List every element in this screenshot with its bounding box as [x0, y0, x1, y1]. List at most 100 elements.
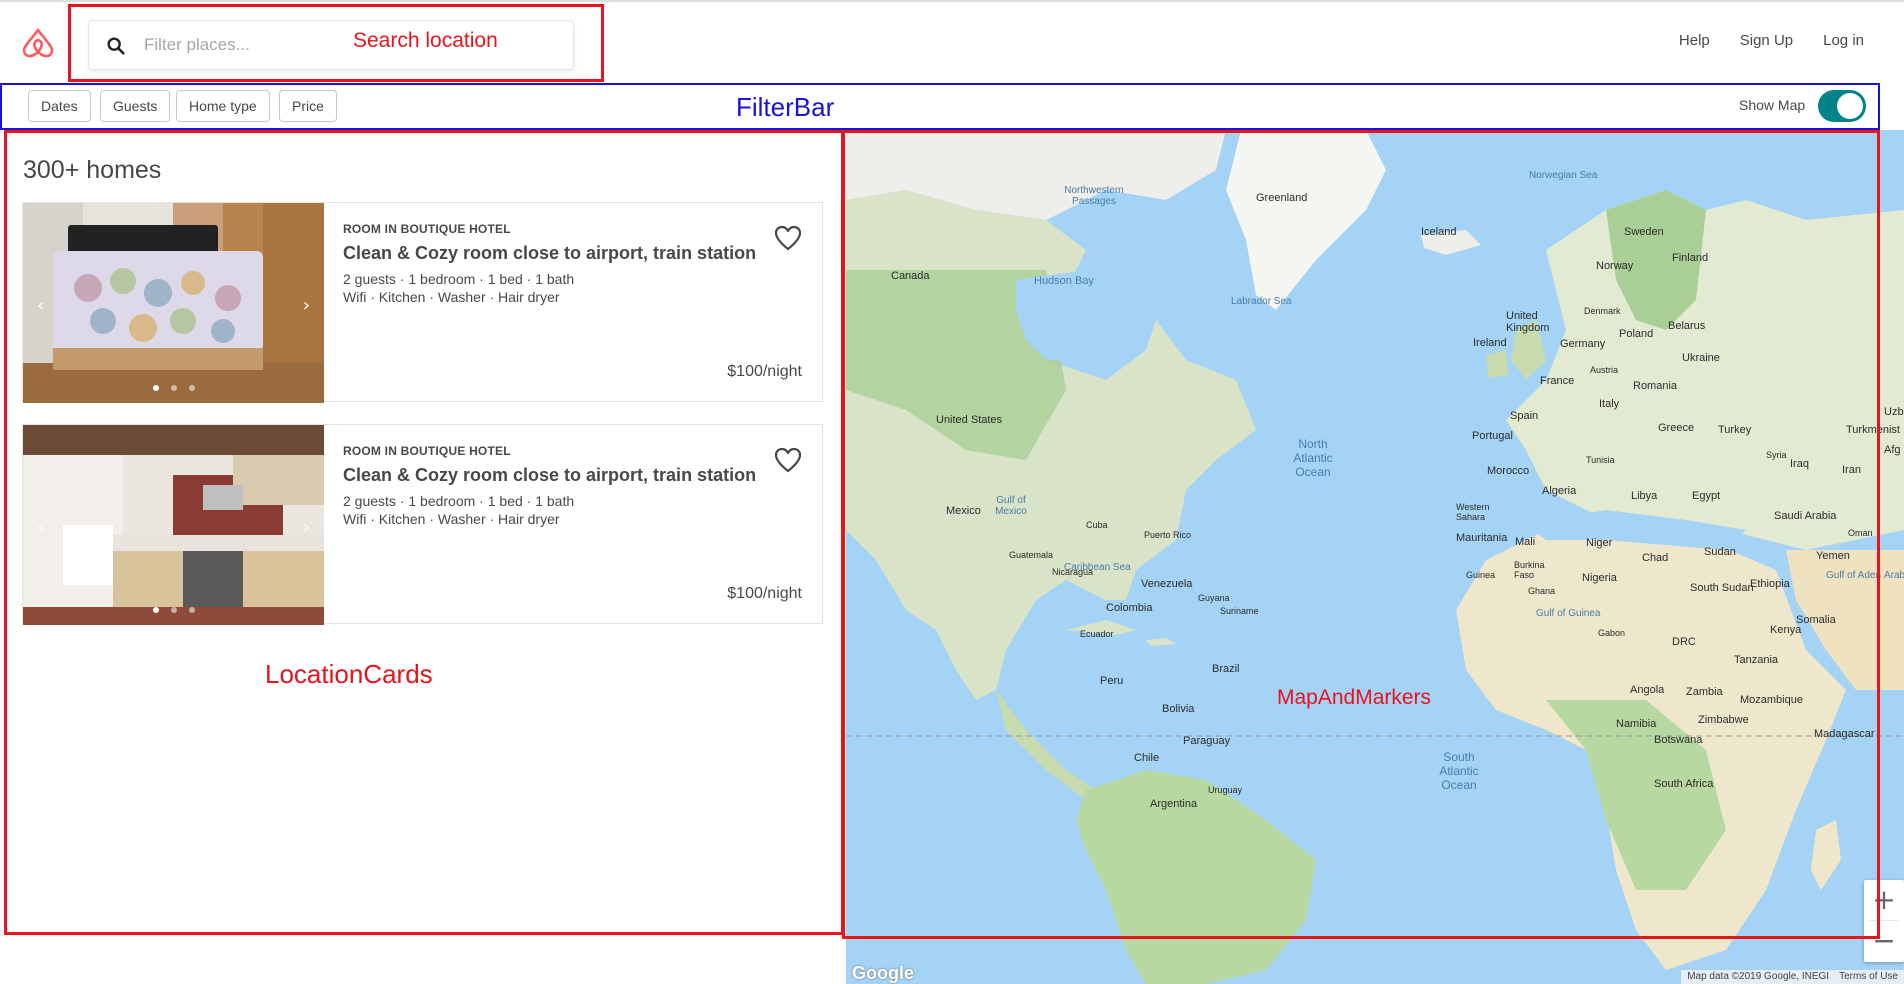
map-label-afg: Afg	[1884, 444, 1901, 456]
listing-price: $100/night	[727, 363, 802, 380]
map-label-hudson-bay: Hudson Bay	[1034, 275, 1094, 287]
map-label-nw-passages: Northwestern Passages	[1064, 185, 1124, 207]
map-label-greenland: Greenland	[1256, 192, 1308, 204]
kitchen-photo-image	[23, 425, 324, 625]
chevron-right-icon[interactable]: ›	[303, 295, 310, 316]
map-label-paraguay: Paraguay	[1183, 735, 1231, 747]
map-label-angola: Angola	[1630, 684, 1665, 696]
location-card[interactable]: ‹ › ROOM IN BOUTIQUE HOTEL Clean & Cozy …	[22, 424, 823, 625]
map-label-puerto-rico: Puerto Rico	[1144, 530, 1192, 540]
location-card[interactable]: ‹ › ROOM IN BOUTIQUE HOTEL Clean & Cozy …	[22, 202, 823, 403]
map-label-peru: Peru	[1100, 675, 1124, 687]
map-label-chile: Chile	[1134, 752, 1160, 764]
map-label-drc: DRC	[1672, 636, 1696, 648]
map-label-iraq: Iraq	[1790, 458, 1809, 470]
map-label-south-sudan: South Sudan	[1690, 582, 1754, 594]
show-map-toggle[interactable]	[1818, 90, 1866, 122]
map-label-germany: Germany	[1560, 338, 1606, 350]
map-label-gulf-aden: Gulf of Aden	[1826, 570, 1882, 581]
map-label-mozambique: Mozambique	[1740, 694, 1803, 706]
map-label-gabon: Gabon	[1598, 628, 1626, 638]
top-nav: Help Sign Up Log in	[1679, 32, 1864, 49]
google-logo[interactable]: Google	[852, 963, 914, 984]
listing-title[interactable]: Clean & Cozy room close to airport, trai…	[343, 465, 756, 486]
map-data-text: Map data ©2019 Google, INEGI	[1687, 971, 1830, 982]
search-box[interactable]	[88, 20, 574, 70]
listing-title[interactable]: Clean & Cozy room close to airport, trai…	[343, 243, 756, 264]
map-label-bolivia: Bolivia	[1162, 703, 1195, 715]
map-label-ecuador: Ecuador	[1080, 629, 1114, 639]
help-link[interactable]: Help	[1679, 32, 1710, 49]
page-root: Help Sign Up Log in Dates Guests Home ty…	[0, 0, 1904, 984]
filter-dates-button[interactable]: Dates	[28, 90, 91, 122]
map-label-syria: Syria	[1766, 450, 1787, 460]
chevron-right-icon[interactable]: ›	[303, 517, 310, 538]
filter-home-type-button[interactable]: Home type	[176, 90, 270, 122]
header: Help Sign Up Log in	[0, 0, 1904, 82]
map-label-finland: Finland	[1672, 252, 1709, 264]
filter-price-button[interactable]: Price	[279, 90, 337, 122]
map-label-austria: Austria	[1590, 365, 1619, 375]
heart-icon[interactable]	[774, 447, 802, 473]
map-label-turkmenistan: Turkmenist	[1846, 424, 1900, 436]
map-label-botswana: Botswana	[1654, 734, 1703, 746]
map-label-spain: Spain	[1510, 410, 1539, 422]
carousel-dot[interactable]	[170, 607, 177, 613]
map-label-guyana: Guyana	[1198, 593, 1230, 603]
map-label-mexico: Mexico	[946, 505, 981, 517]
heart-icon[interactable]	[774, 225, 802, 251]
map-label-somalia: Somalia	[1796, 614, 1836, 626]
airbnb-logo-icon[interactable]	[20, 26, 56, 62]
carousel-dot[interactable]	[188, 385, 195, 391]
map-label-guinea: Guinea	[1466, 570, 1496, 580]
map-label-kenya: Kenya	[1770, 624, 1802, 636]
chevron-left-icon[interactable]: ‹	[37, 295, 44, 316]
map-label-niger: Niger	[1586, 537, 1613, 549]
map-label-madagascar: Madagascar	[1814, 728, 1875, 740]
map-label-guatemala: Guatemala	[1009, 550, 1054, 560]
map-label-suriname: Suriname	[1220, 606, 1259, 616]
map-label-yemen: Yemen	[1816, 550, 1850, 562]
map-label-nicaragua: Nicaragua	[1052, 567, 1094, 577]
map-label-namibia: Namibia	[1616, 718, 1657, 730]
map-label-greece: Greece	[1658, 422, 1695, 434]
map-label-united-states: United States	[936, 414, 1003, 426]
carousel-dots	[23, 385, 324, 391]
listings-panel: 300+ homes ‹ › ROOM IN BOUTIQUE HOTEL Cl…	[4, 130, 844, 935]
map-label-egypt: Egypt	[1692, 490, 1721, 502]
listing-amenities: Wifi · Kitchen · Washer · Hair dryer	[343, 289, 560, 305]
map-label-gulf-mexico: Gulf of Mexico	[995, 495, 1027, 517]
listing-details: 2 guests · 1 bedroom · 1 bed · 1 bath	[343, 271, 575, 287]
map-label-poland: Poland	[1619, 328, 1654, 340]
map-label-south-africa: South Africa	[1654, 778, 1714, 790]
listing-photo[interactable]: ‹ ›	[23, 203, 324, 403]
search-input[interactable]	[144, 29, 404, 61]
carousel-dot[interactable]	[152, 385, 159, 391]
filter-guests-button[interactable]: Guests	[100, 90, 171, 122]
map-label-turkey: Turkey	[1718, 424, 1752, 436]
map-label-belarus: Belarus	[1668, 320, 1706, 332]
map-label-uruguay: Uruguay	[1208, 785, 1243, 795]
map-label-portugal: Portugal	[1472, 430, 1513, 442]
listing-type: ROOM IN BOUTIQUE HOTEL	[343, 444, 511, 458]
signup-link[interactable]: Sign Up	[1740, 32, 1793, 49]
map-label-ireland: Ireland	[1473, 337, 1507, 349]
listing-photo[interactable]: ‹ ›	[23, 425, 324, 625]
zoom-control: + −	[1864, 880, 1904, 962]
map-label-western-sahara: Western Sahara	[1456, 502, 1490, 522]
zoom-in-button[interactable]: +	[1864, 880, 1904, 920]
carousel-dot[interactable]	[188, 607, 195, 613]
map-label-sweden: Sweden	[1624, 226, 1664, 238]
listing-info: ROOM IN BOUTIQUE HOTEL Clean & Cozy room…	[343, 425, 822, 623]
filter-bar: Dates Guests Home type Price Show Map	[0, 82, 1880, 130]
terms-link[interactable]: Terms of Use	[1839, 971, 1898, 983]
login-link[interactable]: Log in	[1823, 32, 1864, 49]
zoom-out-button[interactable]: −	[1864, 921, 1904, 961]
map-label-oman: Oman	[1848, 528, 1873, 538]
bedroom-photo-image	[23, 203, 324, 403]
map-label-south-atlantic: South Atlantic Ocean	[1439, 750, 1479, 792]
carousel-dot[interactable]	[152, 607, 159, 613]
chevron-left-icon[interactable]: ‹	[37, 517, 44, 538]
map[interactable]: Greenland Iceland Canada Hudson Bay Labr…	[846, 130, 1904, 984]
carousel-dot[interactable]	[170, 385, 177, 391]
